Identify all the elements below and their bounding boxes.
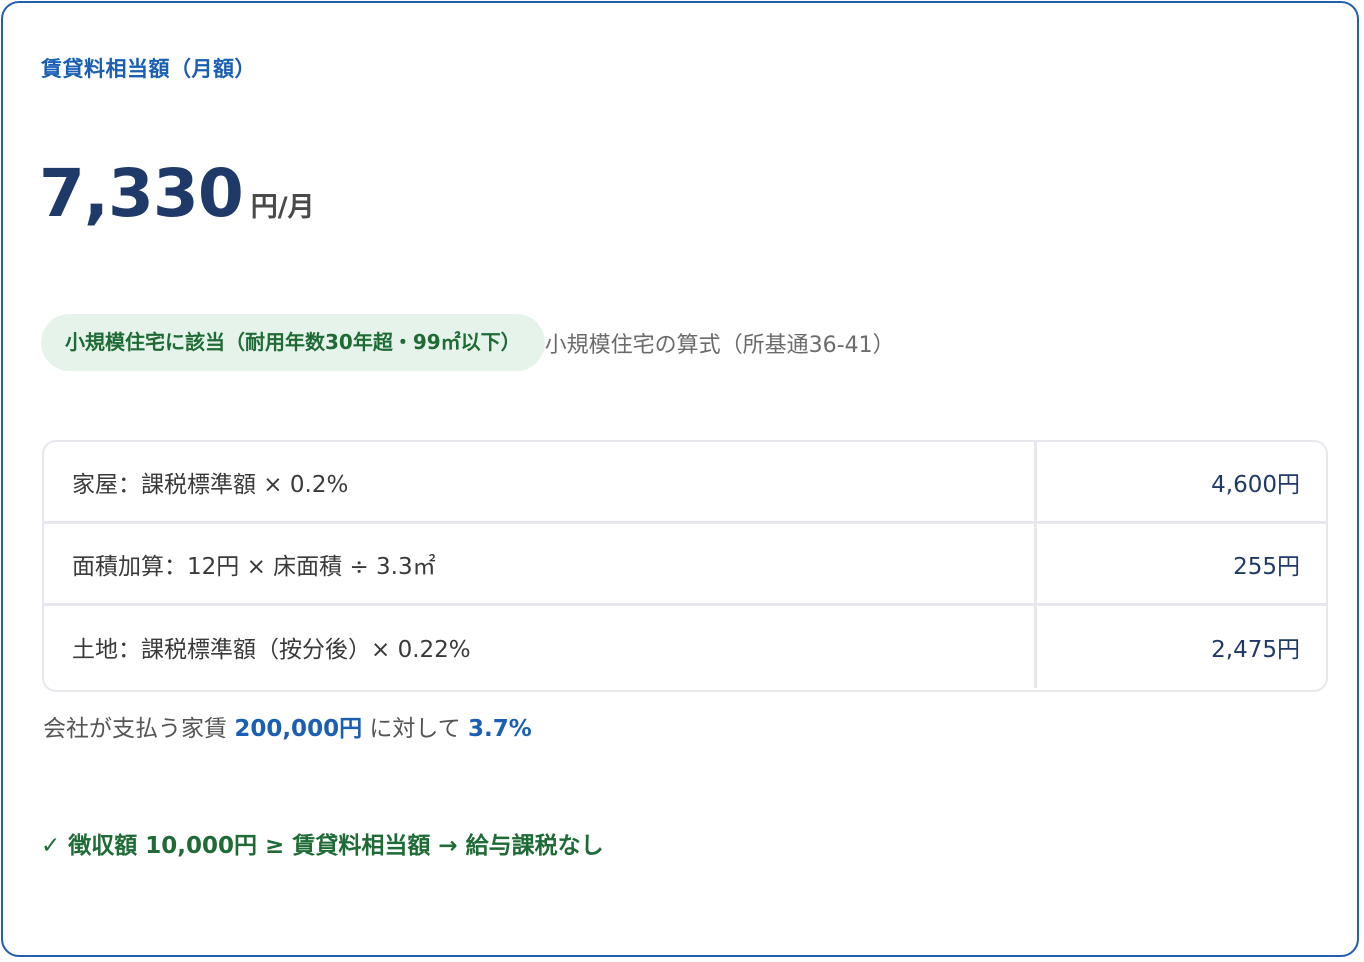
row-value: 4,600円 — [1211, 471, 1300, 498]
amount-display: 7,330 円/月 — [39, 161, 315, 227]
row-label: 土地：課税標準額（按分後）× 0.22% — [44, 606, 1037, 688]
table-row: 面積加算：12円 × 床面積 ÷ 3.3㎡ 255円 — [44, 524, 1326, 606]
row-value: 255円 — [1233, 553, 1300, 580]
row-label: 面積加算：12円 × 床面積 ÷ 3.3㎡ — [44, 524, 1037, 603]
card-heading: 賃貸料相当額（月額） — [41, 57, 256, 81]
ratio-prefix: 会社が支払う家賃 — [43, 716, 227, 742]
calculation-table: 家屋：課税標準額 × 0.2% 4,600円 面積加算：12円 × 床面積 ÷ … — [42, 440, 1328, 692]
classification-row: 小規模住宅に該当（耐用年数30年超・99㎡以下） 小規模住宅の算式（所基通36-… — [41, 314, 895, 371]
small-housing-badge: 小規模住宅に該当（耐用年数30年超・99㎡以下） — [41, 314, 545, 371]
ratio-middle: に対して — [369, 716, 461, 742]
amount-value: 7,330 — [39, 155, 244, 232]
conclusion-text: ✓ 徴収額 10,000円 ≥ 賃貸料相当額 → 給与課税なし — [41, 833, 604, 859]
amount-unit: 円/月 — [250, 192, 315, 223]
company-rent-value: 200,000円 — [234, 716, 363, 742]
table-row: 家屋：課税標準額 × 0.2% 4,600円 — [44, 442, 1326, 524]
row-value: 2,475円 — [1211, 637, 1300, 663]
rent-ratio-text: 会社が支払う家賃 200,000円 に対して 3.7% — [43, 709, 532, 743]
rent-equivalent-card: 賃貸料相当額（月額） 7,330 円/月 小規模住宅に該当（耐用年数30年超・9… — [1, 1, 1359, 957]
formula-label: 小規模住宅の算式（所基通36-41） — [544, 332, 895, 358]
row-label: 家屋：課税標準額 × 0.2% — [44, 442, 1037, 521]
table-row: 土地：課税標準額（按分後）× 0.22% 2,475円 — [44, 606, 1326, 688]
ratio-percent: 3.7% — [468, 716, 532, 742]
